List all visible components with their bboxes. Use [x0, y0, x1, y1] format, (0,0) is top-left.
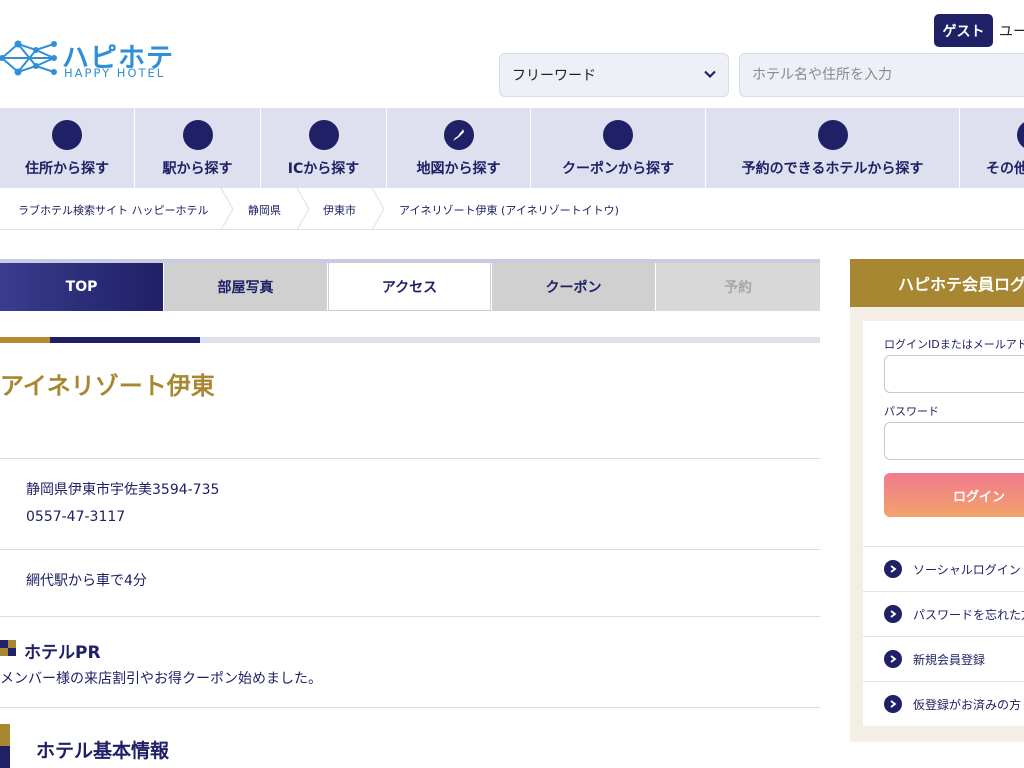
section-bar-icon	[0, 724, 10, 768]
nav-item-address[interactable]: 住所から探す	[0, 108, 135, 188]
chevron-right-icon	[884, 605, 902, 623]
hotel-address: 静岡県伊東市宇佐美3594-735	[26, 482, 220, 498]
link-label: パスワードを忘れた方	[913, 607, 1024, 622]
tab-room-photos[interactable]: 部屋写真	[164, 263, 327, 311]
login-button[interactable]: ログイン	[884, 473, 1024, 517]
breadcrumb-separator-icon	[371, 188, 385, 230]
breadcrumb-separator-icon	[296, 188, 310, 230]
nav-item-coupon[interactable]: クーポンから探す	[531, 108, 706, 188]
link-label: 仮登録がお済みの方	[913, 697, 1022, 712]
tab-reserve: 予約	[656, 263, 820, 311]
login-form: ログインIDまたはメールアドレ パスワード ログイン ソーシャルログイン パスワ…	[863, 321, 1024, 726]
login-id-label: ログインIDまたはメールアドレ	[884, 338, 1024, 351]
nav-item-map[interactable]: 地図から探す	[387, 108, 531, 188]
hotel-tabs: TOP 部屋写真 アクセス クーポン 予約	[0, 259, 820, 311]
register-link[interactable]: 新規会員登録	[863, 636, 1024, 681]
breadcrumb-current: アイネリゾート伊東 (アイネリゾートイトウ)	[399, 204, 619, 217]
search-input[interactable]	[739, 53, 1024, 97]
reservation-icon	[817, 120, 848, 150]
divider	[0, 458, 820, 459]
chevron-right-icon	[884, 650, 902, 668]
logo-subtext: HAPPY HOTEL	[64, 66, 166, 80]
hotel-access: 網代駅から車で4分	[26, 573, 147, 589]
password-field[interactable]	[884, 422, 1024, 460]
divider	[0, 549, 820, 550]
forgot-password-link[interactable]: パスワードを忘れた方	[863, 591, 1024, 636]
section-square-icon	[0, 640, 16, 656]
nav-item-label: その他	[986, 161, 1024, 177]
divider	[0, 616, 820, 617]
hotel-name: アイネリゾート伊東	[0, 372, 215, 400]
nav-item-reservable[interactable]: 予約のできるホテルから探す	[706, 108, 960, 188]
nav-item-label: クーポンから探す	[562, 161, 674, 177]
login-panel-title: ハピホテ会員ログ	[850, 259, 1024, 307]
breadcrumb-item[interactable]: ラブホテル検索サイト ハッピーホテル	[18, 202, 209, 218]
guest-badge[interactable]: ゲスト	[934, 14, 993, 47]
hotel-phone[interactable]: 0557-47-3117	[26, 509, 125, 525]
social-login-link[interactable]: ソーシャルログイン	[863, 546, 1024, 591]
hotel-pr-text: メンバー様の来店割引やお得クーポン始めました。	[0, 671, 322, 687]
nav-item-label: 予約のできるホテルから探す	[741, 161, 924, 177]
search-type-value: フリーワード	[512, 68, 596, 84]
nav-item-station[interactable]: 駅から探す	[135, 108, 261, 188]
divider	[0, 707, 820, 708]
address-icon	[52, 120, 82, 150]
link-label: ソーシャルログイン	[913, 562, 1021, 577]
hotel-pr-title: ホテルPR	[24, 643, 101, 663]
chevron-down-icon	[704, 70, 716, 79]
login-panel: ハピホテ会員ログ ログインIDまたはメールアドレ パスワード ログイン ソーシャ…	[850, 259, 1024, 742]
chevron-right-icon	[884, 560, 902, 578]
link-label: 新規会員登録	[913, 652, 986, 667]
nav-item-label: 地図から探す	[416, 161, 501, 177]
breadcrumb: ラブホテル検索サイト ハッピーホテル 静岡県 伊東市 アイネリゾート伊東 (アイ…	[0, 188, 1024, 230]
logo-network-icon	[0, 40, 57, 76]
user-menu-text[interactable]: ユー	[999, 21, 1024, 41]
breadcrumb-separator-icon	[220, 188, 234, 230]
search-type-select[interactable]: フリーワード	[499, 53, 729, 97]
nav-item-label: ICから探す	[287, 161, 360, 177]
basic-info-title: ホテル基本情報	[36, 740, 170, 762]
nav-item-label: 駅から探す	[162, 161, 233, 177]
breadcrumb-item[interactable]: 伊東市	[323, 202, 356, 218]
nav-item-ic[interactable]: ICから探す	[261, 108, 387, 188]
japan-map-icon	[443, 120, 474, 150]
coupon-icon	[603, 120, 633, 150]
other-icon	[1017, 120, 1024, 150]
station-icon	[182, 120, 213, 150]
login-button-label: ログイン	[953, 489, 1006, 505]
section-divider-bar	[0, 337, 820, 343]
nav-item-label: 住所から探す	[25, 161, 109, 177]
login-id-field[interactable]	[884, 355, 1024, 393]
password-label: パスワード	[884, 405, 939, 418]
highway-ic-icon	[308, 120, 339, 150]
tab-top[interactable]: TOP	[0, 263, 163, 311]
tab-coupon[interactable]: クーポン	[492, 263, 655, 311]
breadcrumb-item[interactable]: 静岡県	[248, 202, 281, 218]
category-nav: 住所から探す 駅から探す ICから探す 地図から探す クーポンから探す 予約ので…	[0, 108, 1024, 188]
provisional-registered-link[interactable]: 仮登録がお済みの方	[863, 681, 1024, 726]
chevron-right-icon	[884, 695, 902, 713]
happy-hotel-logo[interactable]: ハピホテ HAPPY HOTEL	[0, 36, 175, 84]
tab-access[interactable]: アクセス	[328, 263, 491, 311]
nav-item-other[interactable]: その他	[960, 108, 1024, 188]
